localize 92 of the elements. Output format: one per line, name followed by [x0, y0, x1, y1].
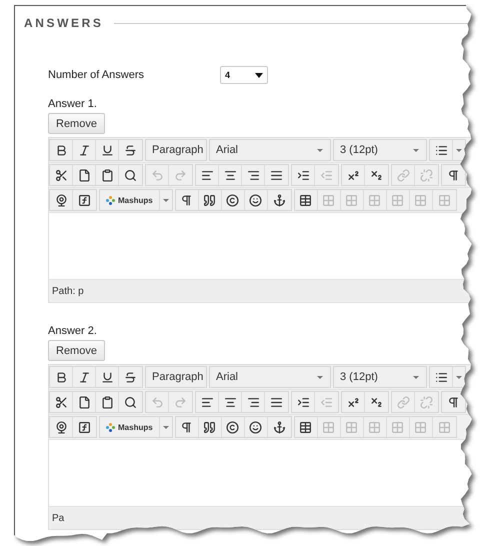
anchor-icon [272, 420, 286, 434]
align-justify-icon [270, 168, 283, 182]
answer-count-select[interactable]: 4 [220, 66, 268, 84]
outdent-icon [320, 396, 333, 408]
search-icon [124, 168, 137, 182]
grid-icon [391, 194, 404, 206]
subscript-icon [370, 168, 383, 182]
section-title: ANSWERS [24, 16, 104, 30]
grid-icon [345, 420, 358, 434]
align-left-icon [200, 396, 214, 408]
align-right-icon [246, 168, 260, 182]
grid-icon [368, 420, 382, 434]
align-left-icon [200, 168, 214, 182]
remove-button[interactable]: Remove [48, 113, 105, 134]
italic-icon [78, 370, 90, 384]
grid-icon [414, 194, 428, 206]
grid-icon [438, 194, 451, 206]
field-label: Number of Answers [48, 69, 145, 81]
dots-icon [106, 422, 115, 432]
redo-icon [174, 168, 187, 182]
undo-icon [150, 168, 164, 182]
underline-icon [100, 370, 114, 384]
strikethrough-icon [124, 370, 137, 384]
grid-icon [322, 194, 336, 206]
subscript-icon [370, 396, 383, 408]
quote-icon [203, 420, 216, 434]
strikethrough-icon [124, 144, 137, 156]
align-center-icon [224, 396, 236, 408]
clipboard-icon [100, 168, 114, 182]
answer-label: Answer 2. [48, 325, 98, 337]
smiley-icon [249, 420, 262, 434]
grid-icon [368, 194, 382, 206]
pilcrow-icon [447, 396, 460, 408]
caret-icon [412, 374, 420, 380]
indent-icon [296, 168, 310, 182]
outdent-icon [320, 168, 333, 182]
path-text: Path: p [52, 286, 84, 296]
document-icon [78, 396, 90, 408]
indent-icon [296, 396, 310, 408]
unlink-icon [420, 396, 433, 408]
dots-icon [106, 196, 115, 204]
smiley-icon [249, 194, 262, 206]
pilcrow-icon [447, 168, 460, 182]
caret-icon [455, 374, 463, 380]
grid-icon [345, 194, 358, 206]
bullet-list-icon [434, 144, 448, 156]
answer-label: Answer 1. [48, 98, 98, 110]
grid-icon [438, 420, 451, 434]
bold-icon [54, 370, 68, 384]
quote-icon [203, 194, 216, 206]
superscript-icon [346, 168, 360, 182]
function-icon [78, 420, 91, 434]
caret-icon [455, 148, 463, 152]
align-center-icon [224, 168, 236, 182]
caret-icon [255, 72, 263, 78]
anchor-icon [272, 194, 286, 206]
caret-icon [316, 374, 324, 380]
copyright-icon [226, 194, 240, 206]
remove-button[interactable]: Remove [48, 340, 105, 361]
align-right-icon [246, 396, 260, 408]
pilcrow-icon [180, 194, 194, 206]
grid-icon [322, 420, 336, 434]
superscript-icon [346, 396, 360, 408]
search-icon [124, 396, 137, 408]
path-text: Pa [52, 512, 64, 524]
webcam-icon [54, 420, 68, 434]
document-icon [78, 168, 90, 182]
table-icon [299, 194, 312, 206]
link-icon [396, 168, 410, 182]
scissors-icon [54, 168, 68, 182]
grid-icon [391, 420, 404, 434]
undo-icon [150, 396, 164, 408]
grid-icon [414, 420, 428, 434]
unlink-icon [420, 168, 433, 182]
copyright-icon [226, 420, 240, 434]
scissors-icon [54, 396, 68, 408]
bullet-list-icon [434, 370, 448, 384]
table-icon [299, 420, 312, 434]
link-icon [396, 396, 410, 408]
caret-icon [412, 148, 420, 152]
align-justify-icon [270, 396, 283, 408]
caret-icon [162, 424, 170, 430]
caret-icon [162, 198, 170, 202]
underline-icon [100, 144, 114, 156]
italic-icon [78, 144, 90, 156]
redo-icon [174, 396, 187, 408]
clipboard-icon [100, 396, 114, 408]
function-icon [78, 194, 91, 206]
pilcrow-icon [180, 420, 194, 434]
caret-icon [316, 148, 324, 152]
bold-icon [54, 144, 68, 156]
webcam-icon [54, 194, 68, 206]
